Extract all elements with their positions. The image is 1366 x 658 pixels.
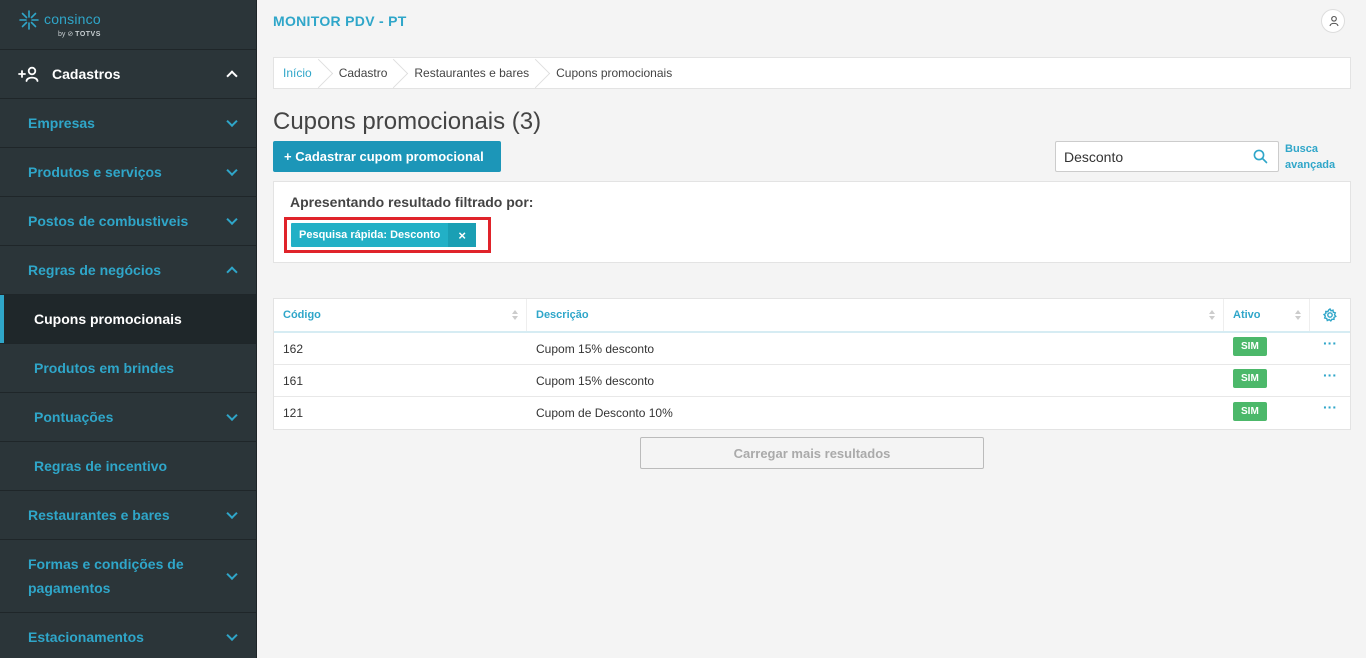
chevron-down-icon (226, 115, 238, 128)
highlight-frame: Pesquisa rápida: Desconto × (284, 217, 491, 253)
sidebar-item-estacionamentos[interactable]: Estacionamentos (0, 613, 256, 658)
sidebar-item-regras-negocios[interactable]: Regras de negócios (0, 246, 256, 295)
sidebar-item-formas-pagamentos[interactable]: Formas e condições de pagamentos (0, 540, 256, 613)
table-settings-button[interactable] (1310, 299, 1350, 331)
page-title: Cupons promocionais (3) (273, 108, 542, 135)
chevron-down-icon (226, 213, 238, 226)
search-icon[interactable] (1253, 149, 1268, 164)
sidebar-item-label: Empresas (28, 115, 95, 131)
chevron-down-icon (226, 568, 238, 581)
chevron-down-icon (226, 507, 238, 520)
breadcrumb-item-cadastro[interactable]: Cadastro (324, 58, 400, 88)
filter-chip: Pesquisa rápida: Desconto × (291, 223, 477, 247)
sidebar-item-label: Produtos e serviços (28, 164, 162, 180)
sidebar-item-produtos-brindes[interactable]: Produtos em brindes (0, 344, 256, 393)
brand-by: by ⊘ TOTVS (58, 31, 101, 38)
sidebar-item-label: Regras de incentivo (34, 458, 168, 474)
more-icon: ··· (1323, 366, 1337, 383)
search-input[interactable] (1056, 142, 1236, 171)
column-label: Ativo (1233, 309, 1261, 321)
sidebar-item-label: Regras de negócios (28, 262, 162, 278)
filter-label: Apresentando resultado filtrado por: (290, 194, 534, 210)
coupons-table: Código Descrição Ativo 162 Cupom 15% des… (273, 298, 1351, 430)
column-header-codigo[interactable]: Código (274, 299, 527, 331)
chevron-down-icon (226, 409, 238, 422)
sidebar-item-label: Restaurantes e bares (28, 507, 170, 523)
brand-name: consinco (44, 11, 101, 27)
add-user-icon (18, 66, 39, 82)
status-badge: SIM (1233, 401, 1267, 421)
sidebar-section-label: Cadastros (52, 66, 121, 82)
cell-active: SIM (1224, 365, 1310, 396)
table-header: Código Descrição Ativo (274, 299, 1350, 333)
table-row[interactable]: 162 Cupom 15% desconto SIM ··· (274, 333, 1350, 365)
gear-icon (1323, 308, 1337, 322)
sidebar-item-label: Produtos em brindes (34, 360, 175, 376)
sidebar-item-label: Estacionamentos (28, 629, 144, 645)
breadcrumb-item-restaurantes[interactable]: Restaurantes e bares (399, 58, 541, 88)
sidebar-item-produtos-servicos[interactable]: Produtos e serviços (0, 148, 256, 197)
cell-description: Cupom 15% desconto (536, 373, 655, 388)
sidebar-item-label: Postos de combustiveis (28, 213, 189, 229)
app-title: MONITOR PDV - PT (273, 13, 407, 29)
filter-panel: Apresentando resultado filtrado por: Pes… (273, 181, 1351, 263)
add-coupon-button[interactable]: + Cadastrar cupom promocional (273, 141, 501, 172)
table-row[interactable]: 121 Cupom de Desconto 10% SIM ··· (274, 397, 1350, 429)
row-actions-button[interactable]: ··· (1310, 365, 1350, 396)
sidebar-item-postos-combustiveis[interactable]: Postos de combustiveis (0, 197, 256, 246)
sidebar-item-regras-incentivo[interactable]: Regras de incentivo (0, 442, 256, 491)
advanced-search-line1: Busca (1285, 143, 1319, 155)
breadcrumb: Início Cadastro Restaurantes e bares Cup… (273, 57, 1351, 89)
column-header-ativo[interactable]: Ativo (1224, 299, 1310, 331)
sidebar-item-label: Formas e condições de pagamentos (28, 556, 184, 596)
sort-icon (1209, 310, 1215, 322)
column-header-descricao[interactable]: Descrição (527, 299, 1224, 331)
load-more-button[interactable]: Carregar mais resultados (640, 437, 984, 469)
breadcrumb-item-current: Cupons promocionais (556, 66, 673, 80)
consinco-logo-icon (19, 10, 39, 30)
brand-logo[interactable]: consinco by ⊘ TOTVS (0, 0, 256, 50)
main-content: MONITOR PDV - PT Início Cadastro Restaur… (257, 0, 1366, 658)
advanced-search-link[interactable]: Busca avançada (1285, 141, 1335, 173)
user-icon (1329, 15, 1339, 27)
sidebar-item-cupons-promocionais[interactable]: Cupons promocionais (0, 295, 256, 344)
more-icon: ··· (1323, 399, 1337, 415)
row-actions-button[interactable]: ··· (1310, 397, 1350, 429)
search-box (1055, 141, 1279, 172)
chevron-down-icon (226, 164, 238, 177)
cell-active: SIM (1224, 397, 1310, 429)
filter-chip-label: Pesquisa rápida: Desconto (299, 229, 441, 241)
cell-description: Cupom 15% desconto (536, 341, 655, 356)
status-badge: SIM (1233, 337, 1267, 356)
sidebar-item-pontuacoes[interactable]: Pontuações (0, 393, 256, 442)
close-icon[interactable]: × (448, 223, 477, 247)
sidebar-item-restaurantes-bares[interactable]: Restaurantes e bares (0, 491, 256, 540)
cell-active: SIM (1224, 333, 1310, 364)
chevron-down-icon (226, 629, 238, 642)
cell-code: 162 (283, 341, 304, 356)
sidebar-item-empresas[interactable]: Empresas (0, 99, 256, 148)
column-label: Código (283, 309, 321, 321)
cell-code: 161 (283, 373, 304, 388)
sort-icon (1295, 310, 1301, 322)
cell-code: 121 (283, 406, 304, 420)
cell-description: Cupom de Desconto 10% (536, 406, 673, 420)
status-badge: SIM (1233, 369, 1267, 388)
column-label: Descrição (536, 309, 589, 321)
chevron-up-icon (226, 266, 238, 278)
sidebar-section-cadastros[interactable]: Cadastros (0, 50, 256, 99)
user-menu-button[interactable] (1321, 9, 1345, 33)
sidebar: consinco by ⊘ TOTVS Cadastros Empresas P… (0, 0, 257, 658)
advanced-search-line2: avançada (1285, 159, 1336, 171)
chevron-up-icon (226, 70, 238, 82)
row-actions-button[interactable]: ··· (1310, 333, 1350, 364)
breadcrumb-item-inicio[interactable]: Início (274, 58, 324, 88)
sort-icon (512, 310, 518, 322)
sidebar-item-label: Pontuações (34, 409, 114, 425)
table-row[interactable]: 161 Cupom 15% desconto SIM ··· (274, 365, 1350, 397)
more-icon: ··· (1323, 334, 1337, 351)
sidebar-item-label: Cupons promocionais (34, 311, 182, 327)
